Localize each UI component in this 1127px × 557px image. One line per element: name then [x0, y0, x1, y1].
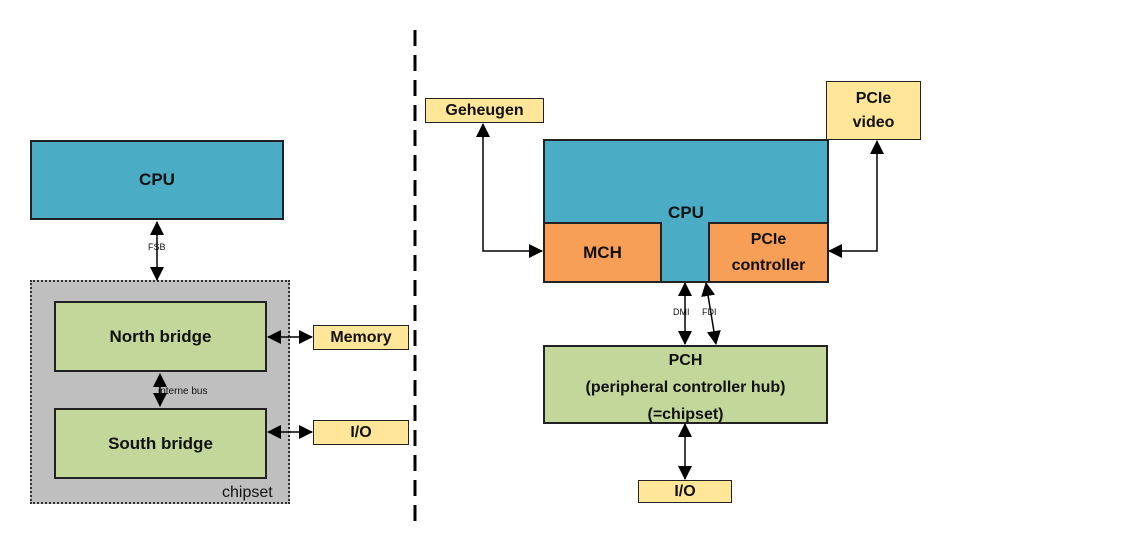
- pcie-video-label-1: PCIe: [855, 89, 892, 107]
- pcie-video-box: PCIe video: [826, 81, 921, 140]
- pcie-controller-label-2: controller: [731, 256, 806, 274]
- mch-box: MCH: [543, 222, 662, 283]
- io-box-right: I/O: [638, 480, 732, 503]
- dmi-label: DMI: [673, 307, 690, 317]
- geheugen-label: Geheugen: [445, 101, 524, 119]
- pcie-video-label-2: video: [852, 113, 895, 131]
- pch-box: PCH (peripheral controller hub) (=chipse…: [543, 345, 828, 424]
- geheugen-arrow: [476, 123, 543, 258]
- fdi-label: FDI: [702, 307, 717, 317]
- pch-label-2: (peripheral controller hub): [585, 379, 786, 396]
- pcie-controller-box: PCIe controller: [708, 222, 829, 283]
- mch-label: MCH: [583, 242, 622, 262]
- pch-label-1: PCH: [668, 352, 703, 369]
- cpu-label-right: CPU: [668, 203, 704, 222]
- geheugen-box: Geheugen: [425, 98, 544, 123]
- pcie-controller-label-1: PCIe: [750, 230, 787, 248]
- pcie-video-arrow: [828, 140, 884, 258]
- pch-label-3: (=chipset): [647, 406, 724, 423]
- io-label-right: I/O: [674, 482, 696, 500]
